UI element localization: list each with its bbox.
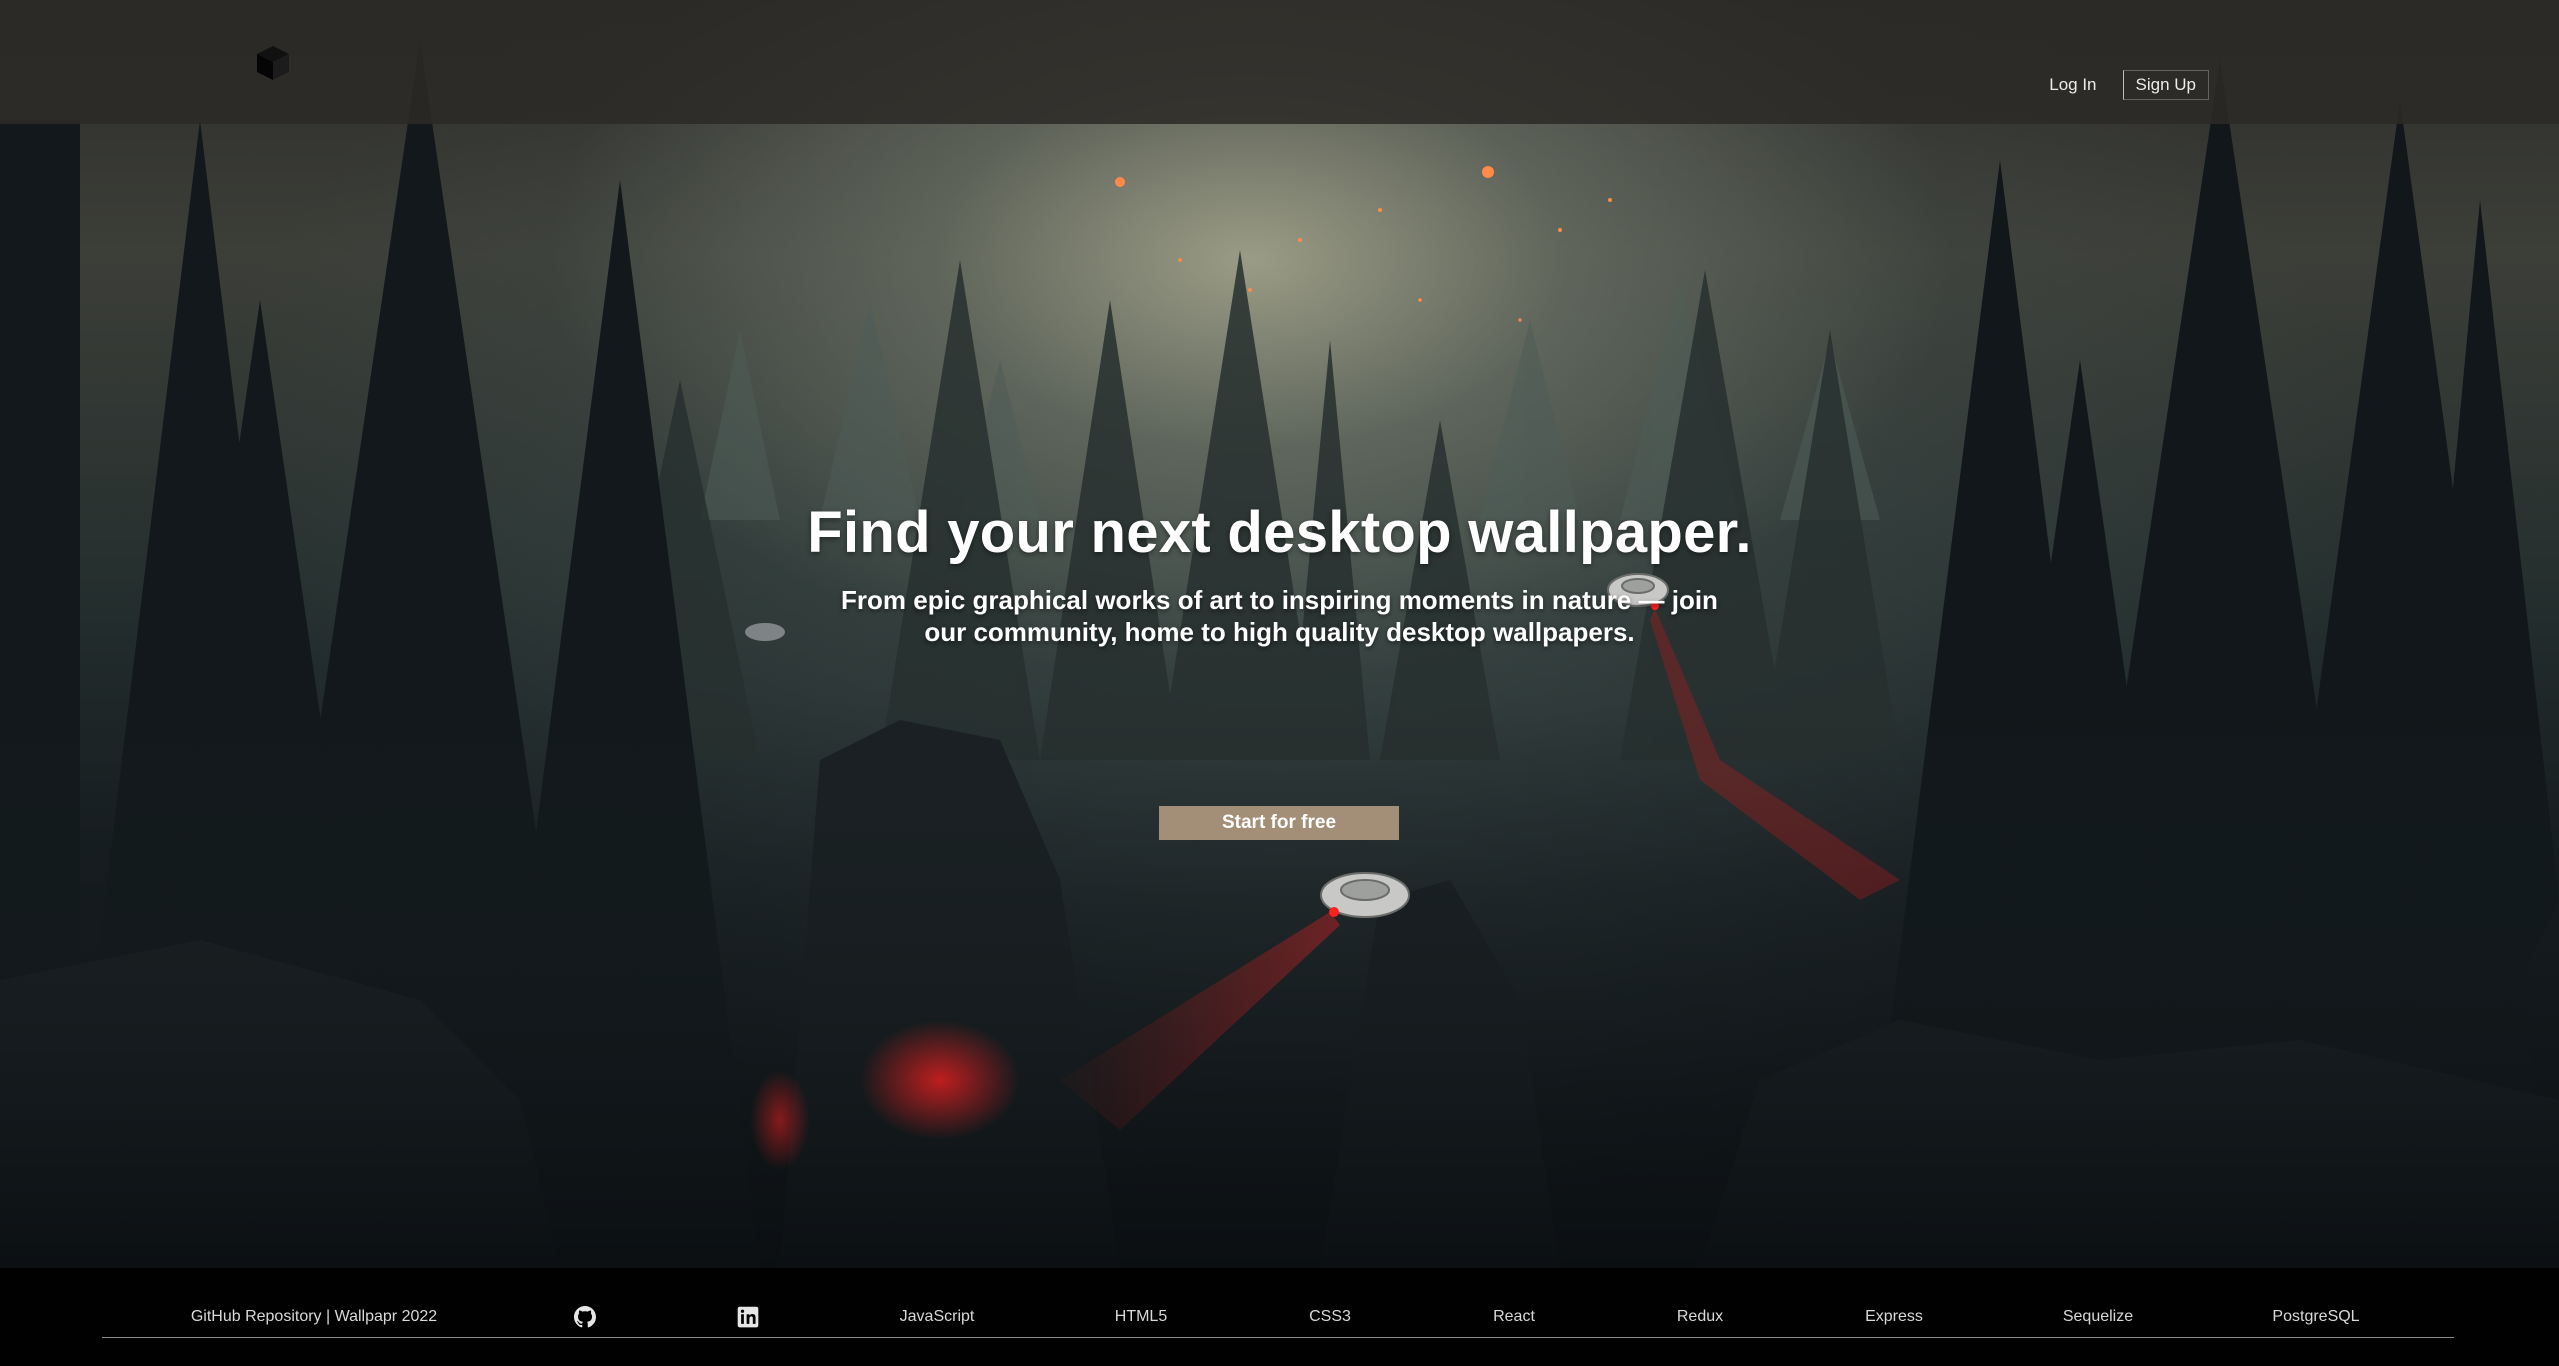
hero-title: Find your next desktop wallpaper. (807, 500, 1752, 565)
footer-links: GitHub Repository | Wallpapr 2022 JavaSc… (0, 1268, 2559, 1366)
cube-icon[interactable] (254, 44, 292, 82)
tech-javascript[interactable]: JavaScript (900, 1307, 975, 1327)
tech-sequelize[interactable]: Sequelize (2063, 1307, 2133, 1327)
footer-divider (102, 1337, 2454, 1338)
tech-css3[interactable]: CSS3 (1309, 1307, 1351, 1327)
tech-redux[interactable]: Redux (1677, 1307, 1723, 1327)
github-repository-link[interactable]: GitHub Repository | Wallpapr 2022 (191, 1307, 437, 1327)
linkedin-icon[interactable] (737, 1306, 759, 1328)
login-link[interactable]: Log In (2037, 71, 2108, 99)
landing-page: Log In Sign Up Find your next desktop wa… (0, 0, 2559, 1366)
github-icon[interactable] (574, 1306, 596, 1328)
tech-html5[interactable]: HTML5 (1115, 1307, 1167, 1327)
hero-section: Find your next desktop wallpaper. From e… (0, 490, 2559, 648)
signup-button[interactable]: Sign Up (2122, 70, 2209, 100)
footer: GitHub Repository | Wallpapr 2022 JavaSc… (0, 1268, 2559, 1366)
auth-nav: Log In Sign Up (2037, 70, 2209, 100)
top-navbar: Log In Sign Up (0, 0, 2559, 124)
hero-subtitle: From epic graphical works of art to insp… (841, 585, 1718, 647)
spaceship-1 (1320, 872, 1410, 918)
tech-express[interactable]: Express (1865, 1307, 1923, 1327)
tech-react[interactable]: React (1493, 1307, 1535, 1327)
start-for-free-button[interactable]: Start for free (1159, 806, 1399, 840)
tech-postgresql[interactable]: PostgreSQL (2272, 1307, 2359, 1327)
